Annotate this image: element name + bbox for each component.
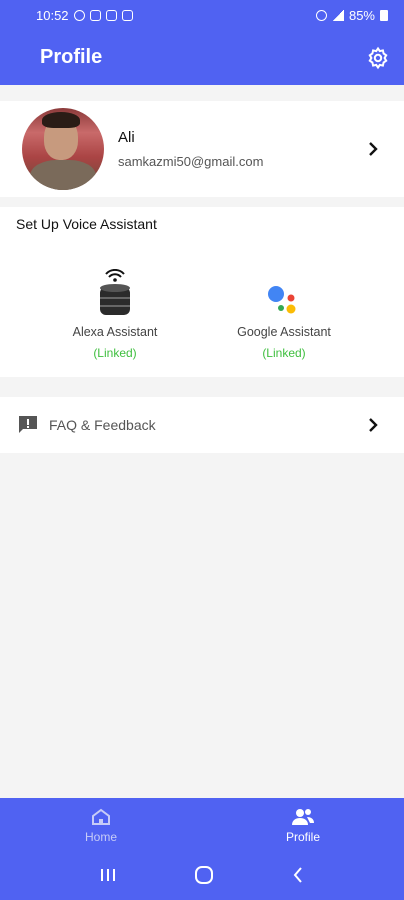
assistant-name: Google Assistant: [237, 325, 331, 339]
assistant-status: (Linked): [262, 346, 306, 360]
status-bar: 10:52 85%: [0, 0, 404, 30]
avatar-body-shape: [30, 160, 96, 190]
system-navigation-bar: [0, 854, 404, 900]
profile-card[interactable]: Ali samkazmi50@gmail.com: [0, 101, 404, 197]
people-icon: [292, 809, 314, 825]
chevron-right-icon[interactable]: [364, 416, 382, 434]
home-button-icon[interactable]: [194, 865, 214, 890]
faq-feedback-row[interactable]: FAQ & Feedback: [0, 397, 404, 453]
alarm-icon: [315, 9, 327, 21]
settings-gear-icon[interactable]: [365, 45, 391, 71]
profile-name: Ali: [118, 129, 135, 146]
assistant-name: Alexa Assistant: [72, 325, 158, 339]
home-icon: [92, 808, 110, 825]
google-assistant-option[interactable]: Google Assistant (Linked): [209, 267, 359, 360]
app-notification-icon: [105, 9, 117, 21]
faq-label: FAQ & Feedback: [49, 417, 156, 433]
battery-percent: 85%: [348, 7, 375, 23]
mail-icon: [89, 9, 101, 21]
whatsapp-icon: [73, 9, 85, 21]
back-icon[interactable]: [291, 866, 305, 889]
battery-icon: [380, 9, 388, 21]
chevron-right-icon[interactable]: [364, 140, 382, 158]
nav-label: Profile: [285, 830, 320, 844]
bottom-navigation: Home Profile: [0, 798, 404, 854]
avatar: [22, 108, 104, 190]
avatar-hair-shape: [42, 112, 80, 128]
feedback-icon: [17, 414, 39, 436]
status-bar-right: 85%: [315, 7, 388, 23]
app-bar: Profile: [0, 30, 404, 85]
profile-email: samkazmi50@gmail.com: [118, 154, 264, 169]
status-bar-left: 10:52: [36, 8, 133, 23]
assistant-status: (Linked): [93, 346, 137, 360]
google-assistant-icon: [209, 267, 359, 319]
image-icon: [121, 9, 133, 21]
alexa-assistant-option[interactable]: Alexa Assistant (Linked): [40, 267, 190, 360]
section-title: Set Up Voice Assistant: [16, 216, 157, 232]
page-title: Profile: [40, 46, 103, 68]
nav-profile[interactable]: Profile: [202, 798, 404, 854]
clock: 10:52: [36, 7, 69, 23]
alexa-echo-icon: [40, 267, 190, 319]
nav-label: Home: [84, 830, 117, 844]
profile-info: Ali samkazmi50@gmail.com: [118, 129, 364, 169]
voice-assistant-card: Set Up Voice Assistant Alexa Assistant (…: [0, 207, 404, 377]
signal-icon: [331, 9, 344, 21]
recent-apps-icon[interactable]: [99, 867, 117, 888]
nav-home[interactable]: Home: [0, 798, 202, 854]
